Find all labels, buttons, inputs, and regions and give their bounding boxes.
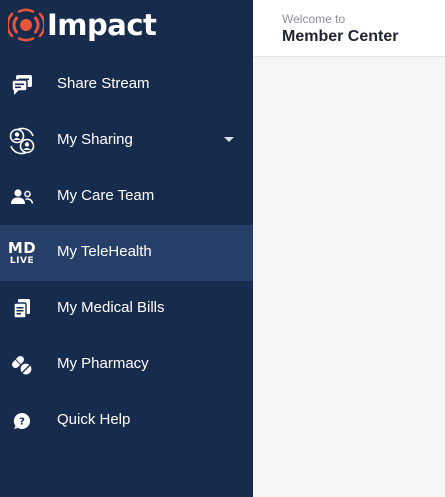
sidebar-item-label: Quick Help xyxy=(57,411,131,428)
impact-logo-icon xyxy=(8,8,44,42)
brand-name: Impact xyxy=(47,8,157,42)
sidebar-item-share-stream[interactable]: Share Stream xyxy=(0,57,253,113)
sidebar-item-label: My Medical Bills xyxy=(57,299,165,316)
sidebar: Impact Share Stream My Sharing My Care T… xyxy=(0,0,253,497)
sidebar-item-my-sharing[interactable]: My Sharing xyxy=(0,113,253,169)
header-welcome-text: Welcome to xyxy=(282,12,346,26)
svg-text:?: ? xyxy=(19,417,25,428)
share-stream-icon xyxy=(8,71,36,99)
page-header: Welcome to Member Center xyxy=(253,0,445,56)
sharing-people-icon xyxy=(8,127,36,155)
care-team-icon xyxy=(8,183,36,211)
page-title: Member Center xyxy=(282,28,399,45)
main-content-area xyxy=(253,57,445,497)
sidebar-item-label: My Sharing xyxy=(57,131,133,148)
sidebar-item-quick-help[interactable]: ? Quick Help xyxy=(0,393,253,449)
sidebar-item-label: My Care Team xyxy=(57,187,155,204)
sidebar-nav: Share Stream My Sharing My Care Team MD … xyxy=(0,57,253,449)
sidebar-item-my-medical-bills[interactable]: My Medical Bills xyxy=(0,281,253,337)
medical-bills-icon xyxy=(8,295,36,323)
mdlive-icon: MD LIVE xyxy=(8,239,36,267)
app: Impact Share Stream My Sharing My Care T… xyxy=(0,0,445,497)
help-icon: ? xyxy=(8,407,36,435)
chevron-down-icon[interactable] xyxy=(224,137,234,142)
sidebar-item-my-pharmacy[interactable]: My Pharmacy xyxy=(0,337,253,393)
mdlive-icon-live: LIVE xyxy=(9,255,35,266)
pharmacy-pills-icon xyxy=(8,351,36,379)
brand-logo[interactable]: Impact xyxy=(8,6,157,44)
sidebar-item-my-care-team[interactable]: My Care Team xyxy=(0,169,253,225)
sidebar-item-my-telehealth[interactable]: MD LIVE My TeleHealth xyxy=(0,225,253,281)
sidebar-item-label: My TeleHealth xyxy=(57,243,152,260)
sidebar-item-label: My Pharmacy xyxy=(57,355,149,372)
mdlive-icon-md: MD xyxy=(7,238,37,257)
sidebar-item-label: Share Stream xyxy=(57,75,150,92)
